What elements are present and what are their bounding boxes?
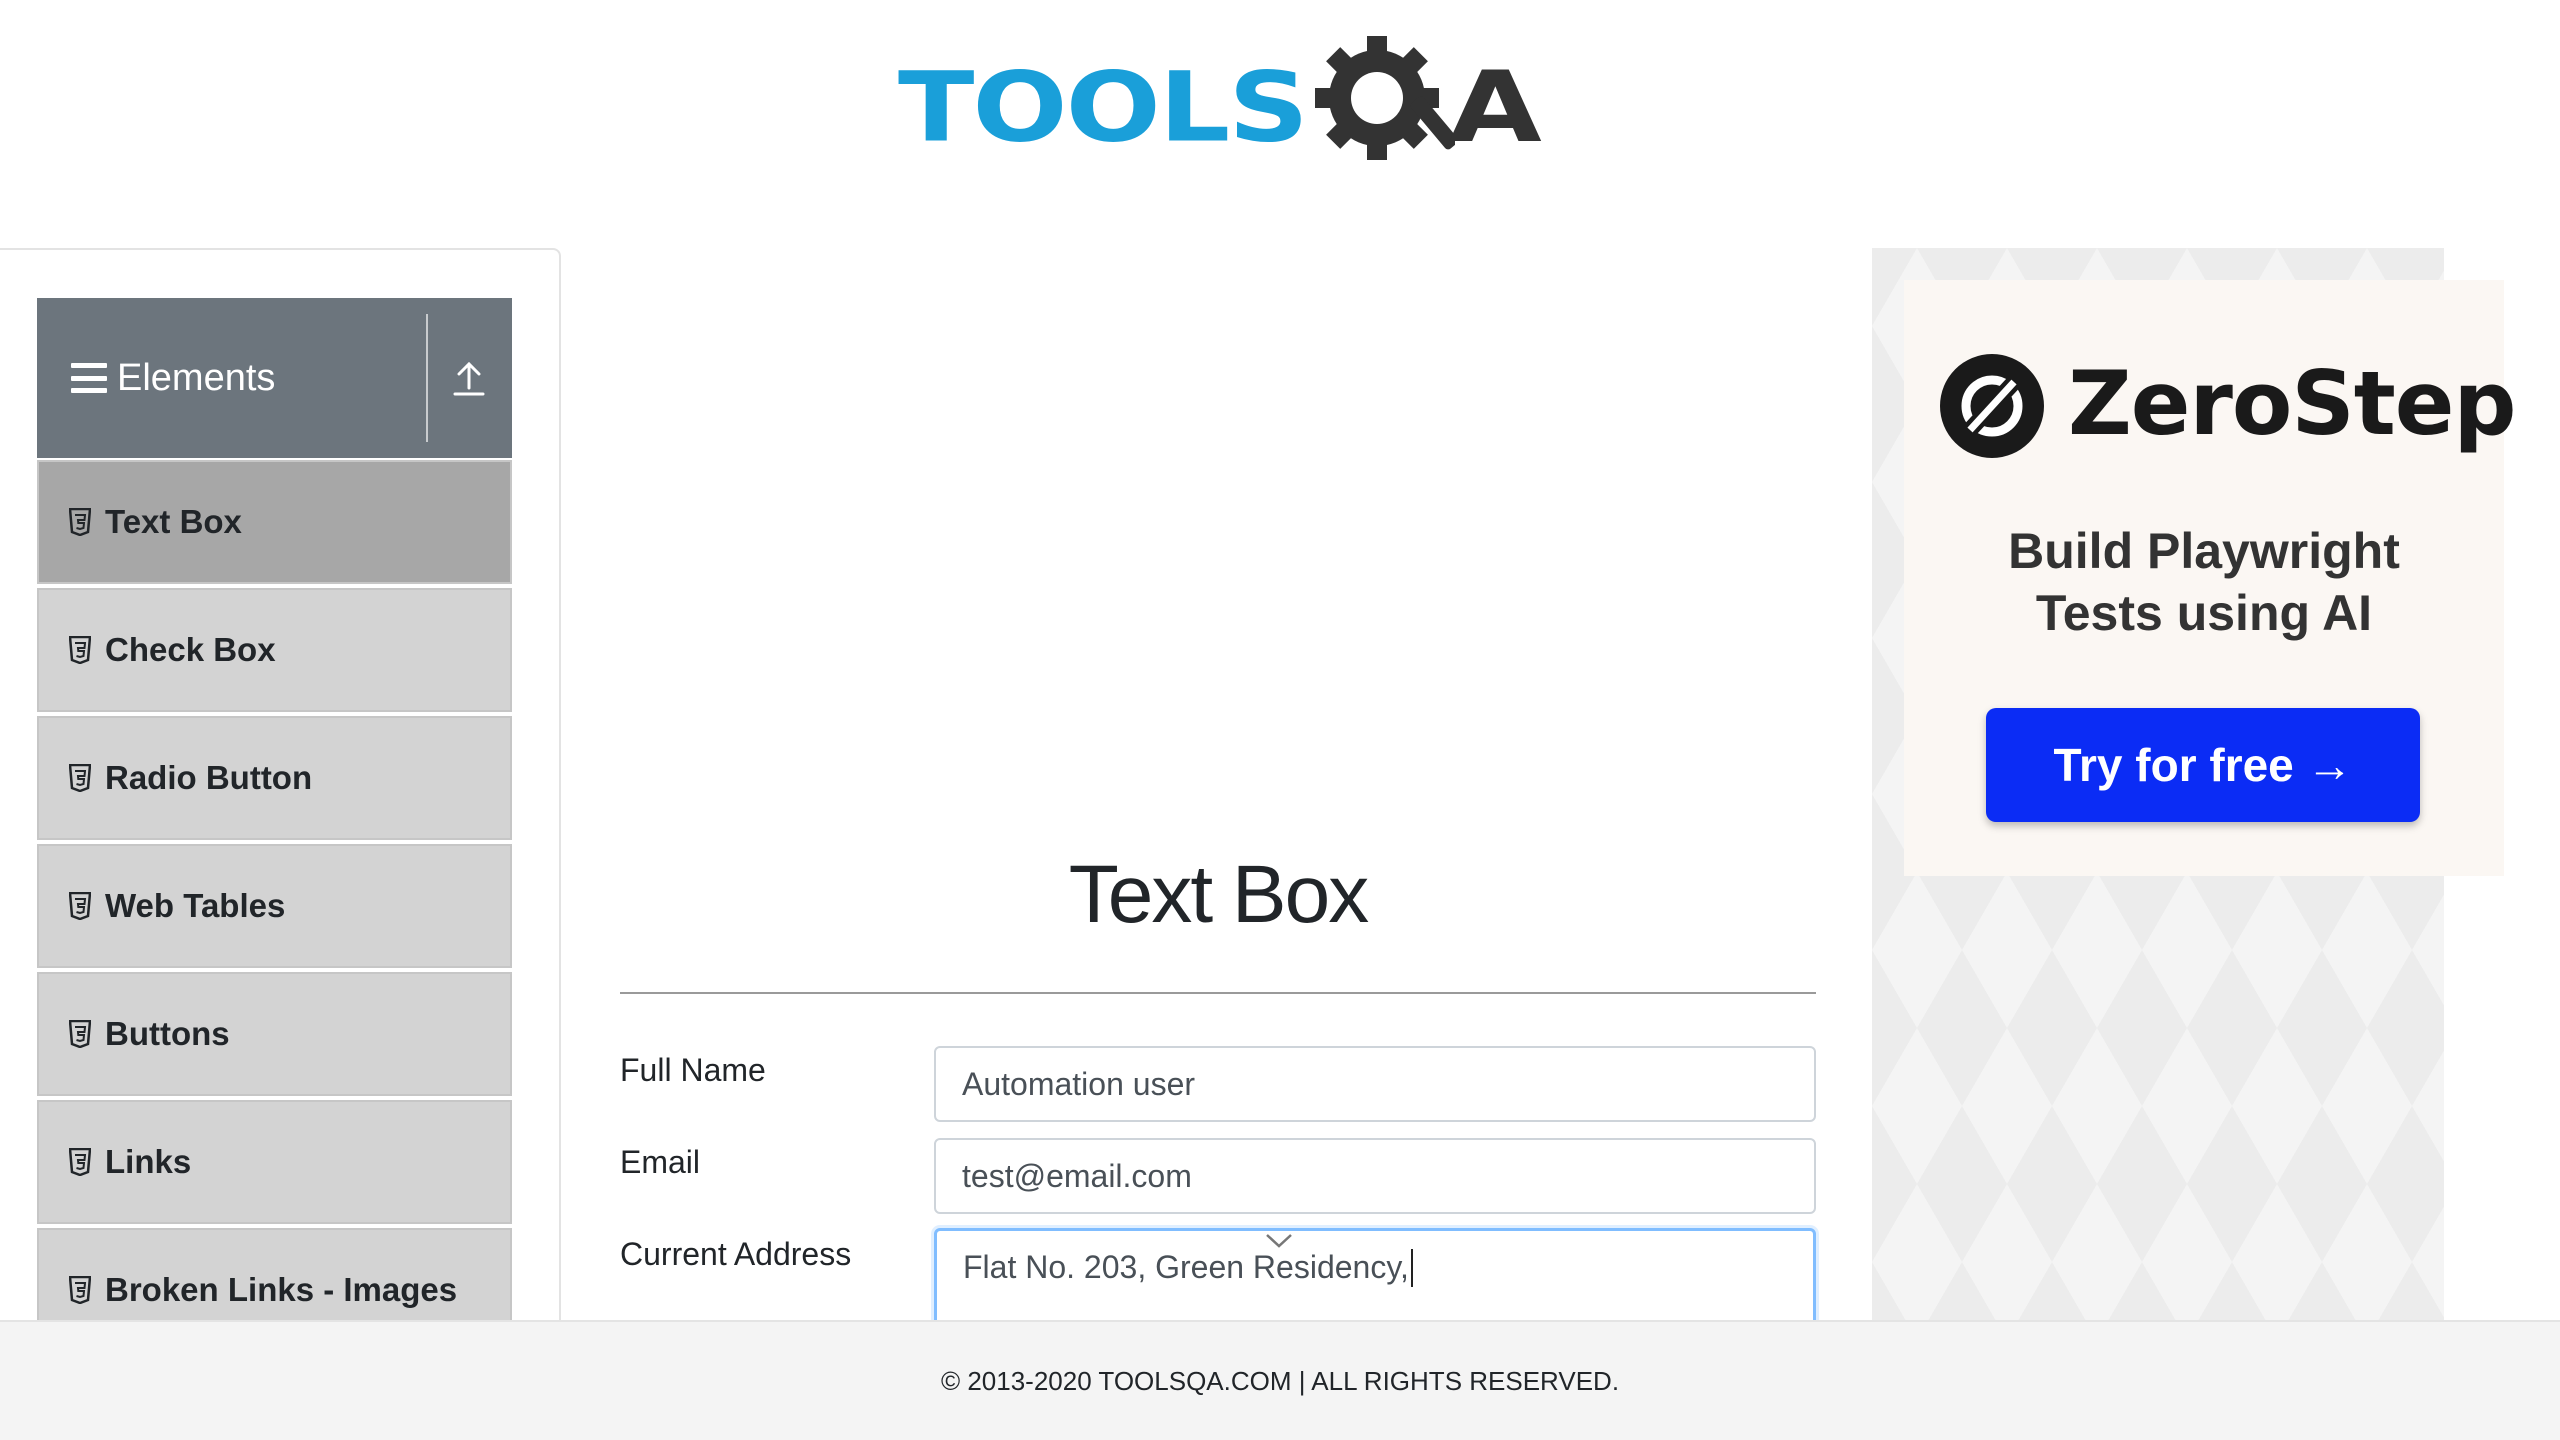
full-name-input[interactable]: Automation user [934, 1046, 1816, 1122]
text-caret [1410, 1249, 1413, 1287]
footer: © 2013-2020 TOOLSQA.COM | ALL RIGHTS RES… [0, 1320, 2560, 1440]
footer-copyright: © 2013-2020 TOOLSQA.COM | ALL RIGHTS RES… [940, 1366, 1620, 1396]
sidebar-item-label: Radio Button [105, 759, 313, 796]
html5-icon [69, 1148, 91, 1176]
sidebar-item-label: Buttons [105, 1015, 230, 1052]
sidebar-group-title: Elements [117, 356, 276, 399]
try-for-free-button[interactable]: Try for free → [1986, 708, 2420, 822]
html5-icon [69, 764, 91, 792]
title-divider [620, 992, 1816, 994]
full-name-label: Full Name [620, 1052, 766, 1088]
email-value: test@email.com [962, 1157, 1192, 1194]
html5-icon [69, 508, 91, 536]
ad-tagline-line1: Build Playwright [2008, 523, 2400, 579]
current-address-value: Flat No. 203, Green Residency, [963, 1249, 1409, 1285]
divider [426, 314, 428, 442]
page-title: Text Box [1068, 849, 1369, 940]
html5-icon [69, 636, 91, 664]
logo-text-tools: TOOLS [898, 52, 1309, 164]
chevron-down-icon [1266, 1234, 1292, 1248]
logo-text-a: A [1448, 50, 1542, 165]
sidebar-item-radio-button[interactable]: Radio Button [37, 716, 512, 840]
full-name-value: Automation user [962, 1065, 1196, 1102]
zerostep-ad[interactable]: ZeroStep Build Playwright Tests using AI… [1904, 280, 2516, 876]
sidebar-item-web-tables[interactable]: Web Tables [37, 844, 512, 968]
hamburger-icon [71, 363, 107, 393]
html5-icon [69, 1276, 91, 1304]
sidebar-item-label: Links [105, 1143, 192, 1180]
sidebar-item-label: Web Tables [105, 887, 286, 924]
sidebar-item-check-box[interactable]: Check Box [37, 588, 512, 712]
sidebar-group-elements[interactable]: Elements [37, 298, 512, 458]
ad-tagline-line2: Tests using AI [2035, 585, 2373, 641]
sidebar-item-label: Text Box [105, 503, 242, 540]
ad-brand: ZeroStep [2068, 352, 2516, 455]
current-address-label: Current Address [620, 1236, 852, 1272]
sidebar-item-label: Check Box [105, 631, 276, 668]
toolsqa-logo[interactable]: TOOLS A [898, 28, 1548, 188]
zerostep-logo-icon [1940, 354, 2044, 458]
ad-tagline: Build Playwright Tests using AI [1904, 520, 2504, 644]
sidebar-item-buttons[interactable]: Buttons [37, 972, 512, 1096]
sidebar-item-label: Broken Links - Images [105, 1271, 458, 1308]
email-input[interactable]: test@email.com [934, 1138, 1816, 1214]
email-label: Email [620, 1144, 701, 1180]
html5-icon [69, 892, 91, 920]
sidebar-item-text-box[interactable]: Text Box [37, 460, 512, 584]
sidebar-item-links[interactable]: Links [37, 1100, 512, 1224]
html5-icon [69, 1020, 91, 1048]
collapse-up-icon[interactable] [447, 356, 491, 400]
gear-magnifier-icon [1314, 36, 1455, 160]
